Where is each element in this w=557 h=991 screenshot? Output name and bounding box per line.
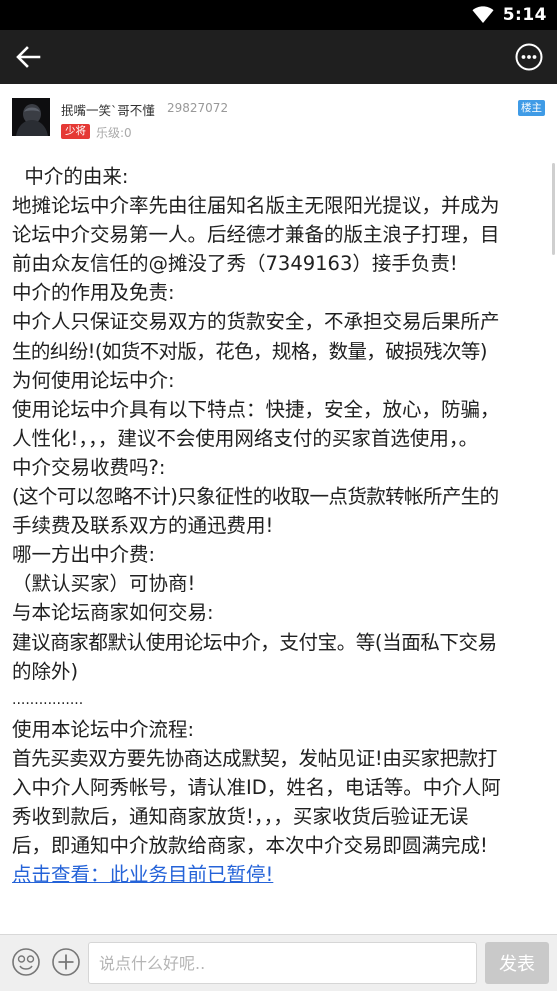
- post-line: 的除外): [12, 659, 79, 683]
- post-line: （默认买家）可协商!: [12, 572, 196, 596]
- post-line: 为何使用论坛中介:: [12, 368, 175, 392]
- post-line: 地摊论坛中介率先由往届知名版主无限阳光提议，并成为: [12, 194, 500, 218]
- post-line: 入中介人阿秀帐号，请认准ID，姓名，电话等。中介人阿: [12, 775, 501, 799]
- post-line: 首先买卖双方要先协商达成默契，发帖见证!由买家把款打: [12, 746, 497, 770]
- post-line: ................: [12, 691, 84, 708]
- post-line: 生的纠纷!(如货不对版，花色，规格，数量，破损残次等): [12, 339, 487, 363]
- author-level: 乐级:0: [96, 126, 132, 140]
- rank-badge: 少将: [61, 124, 90, 139]
- post-line: 与本论坛商家如何交易:: [12, 601, 214, 625]
- post-line: 使用论坛中介具有以下特点：快捷，安全，放心，防骗，: [12, 397, 500, 421]
- status-indicators: 5:14: [472, 5, 547, 25]
- avatar[interactable]: [12, 98, 50, 136]
- emoji-icon[interactable]: [11, 947, 41, 977]
- view-link[interactable]: 点击查看：此业务目前已暂停!: [12, 860, 547, 889]
- post-line: 中介的由来:: [12, 165, 129, 188]
- comment-bar: 发表: [0, 934, 557, 991]
- plus-circle-icon[interactable]: [51, 947, 81, 977]
- arrow-left-icon[interactable]: [12, 42, 44, 72]
- post-line: 建议商家都默认使用论坛中介，支付宝。等(当面私下交易: [12, 630, 497, 654]
- comment-input[interactable]: [88, 942, 477, 984]
- post-line: 人性化!，，，建议不会使用网络支付的买家首选使用，。: [12, 426, 479, 450]
- post-content: 中介的由来: 地摊论坛中介率先由往届知名版主无限阳光提议，并成为 论坛中介交易第…: [12, 162, 547, 889]
- post-line: 使用本论坛中介流程:: [12, 717, 195, 741]
- post-header: [0, 84, 557, 154]
- wifi-icon: [472, 6, 494, 23]
- post-line: 中介人只保证交易双方的货款安全，不承担交易后果所产: [12, 310, 500, 334]
- app-bar: [0, 30, 557, 84]
- op-badge: 楼主: [518, 100, 545, 116]
- post-line: 秀收到款后，通知商家放货!，，，买家收货后验证无误: [12, 805, 469, 829]
- author-uid: 29827072: [167, 101, 229, 115]
- more-horizontal-icon[interactable]: [514, 42, 544, 72]
- post-line: 中介的作用及免责:: [12, 281, 175, 305]
- scrollbar-thumb[interactable]: [552, 163, 555, 255]
- post-line: 手续费及联系双方的通迅费用!: [12, 514, 274, 538]
- send-button[interactable]: 发表: [485, 942, 549, 984]
- post-line: (这个可以忽略不计)只象征性的收取一点货款转帐所产生的: [12, 485, 499, 509]
- status-time: 5:14: [502, 5, 547, 25]
- status-bar: 5:14: [0, 0, 557, 30]
- post-line: 前由众友信任的@摊没了秀（7349163）接手负责!: [12, 252, 458, 276]
- post-line: 中介交易收费吗?:: [12, 455, 166, 479]
- author-name[interactable]: 抿嘴一笑`哥不懂: [61, 100, 155, 119]
- post-line: 哪一方出中介费:: [12, 543, 156, 567]
- post-line: 论坛中介交易第一人。后经德才兼备的版主浪子打理，目: [12, 223, 500, 247]
- post-line: 后，即通知中介放款给商家，本次中介交易即圆满完成!: [12, 834, 488, 858]
